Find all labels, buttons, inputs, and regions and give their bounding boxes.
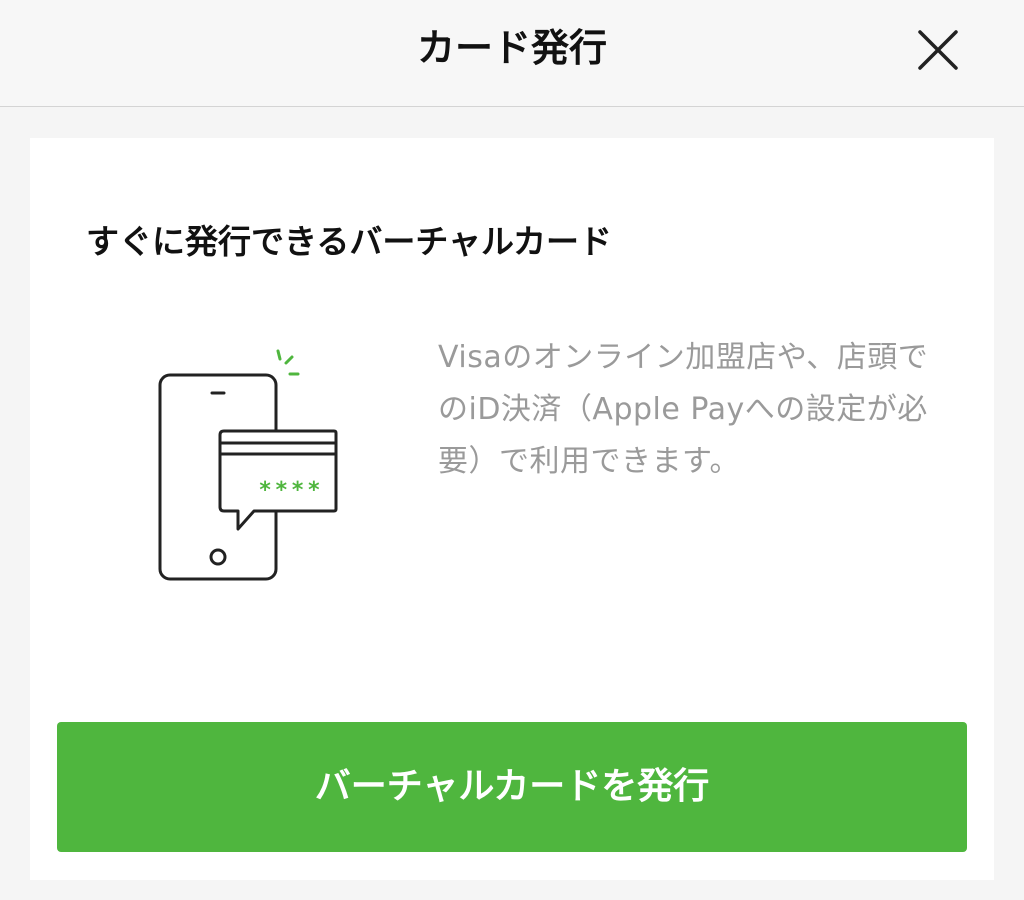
card-description: Visaのオンライン加盟店や、店頭でのiD決済（Apple Payへの設定が必要… (438, 340, 929, 479)
close-button[interactable] (906, 18, 970, 82)
issue-virtual-card-button[interactable]: バーチャルカードを発行 (57, 722, 967, 852)
section-heading: すぐに発行できるバーチャルカード (86, 222, 613, 261)
close-icon (918, 30, 958, 70)
virtual-card-panel: すぐに発行できるバーチャルカード **** Visaのオンライン加盟店や、店頭で… (30, 138, 994, 880)
navigation-bar: カード発行 (0, 0, 1024, 107)
page-title: カード発行 (416, 26, 607, 70)
masked-card-number: **** (259, 478, 324, 503)
phone-card-icon: **** (150, 343, 350, 593)
